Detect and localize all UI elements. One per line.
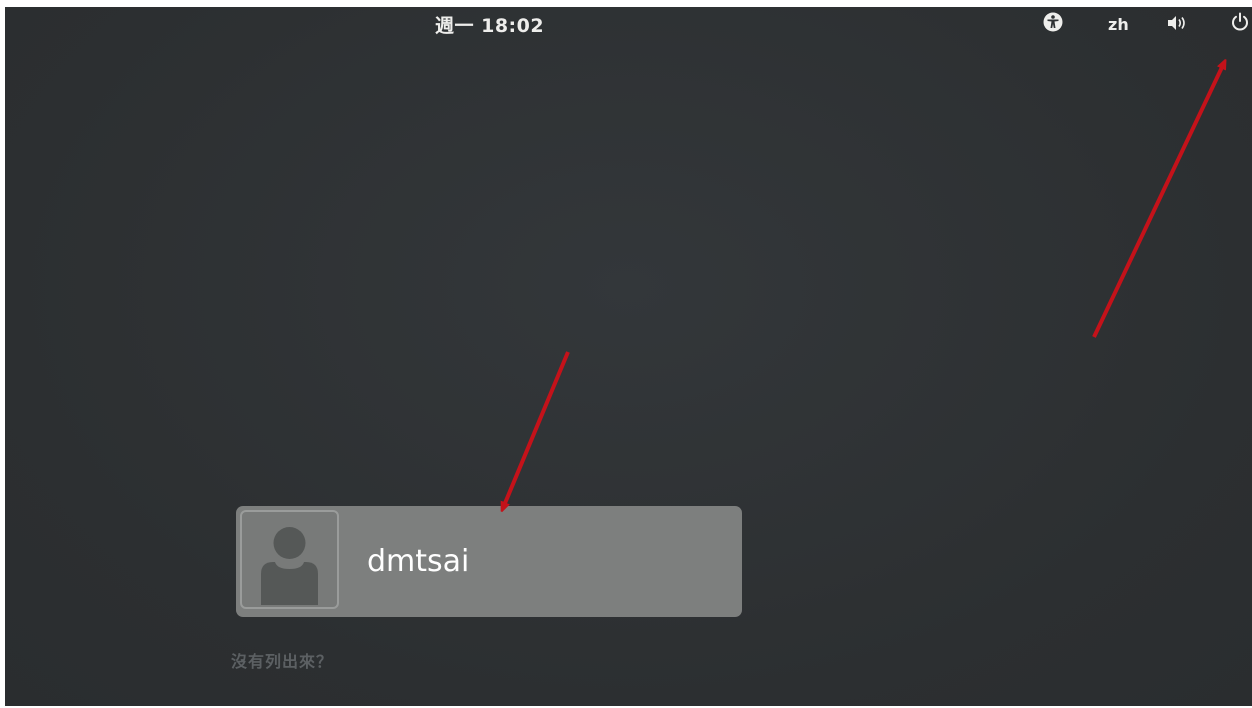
volume-icon[interactable] bbox=[1167, 15, 1189, 31]
accessibility-icon[interactable] bbox=[1043, 12, 1063, 32]
login-screen: 週一 18:02 zh dmtsai 沒有列出來？ bbox=[5, 7, 1252, 706]
user-list-item[interactable]: dmtsai bbox=[236, 506, 742, 617]
language-indicator[interactable]: zh bbox=[1108, 15, 1129, 34]
not-listed-link[interactable]: 沒有列出來？ bbox=[231, 648, 333, 672]
top-bar: 週一 18:02 zh bbox=[5, 7, 1252, 41]
user-name: dmtsai bbox=[367, 544, 470, 579]
user-avatar-icon bbox=[240, 510, 339, 609]
clock[interactable]: 週一 18:02 bbox=[435, 11, 544, 38]
power-icon[interactable] bbox=[1230, 12, 1250, 32]
